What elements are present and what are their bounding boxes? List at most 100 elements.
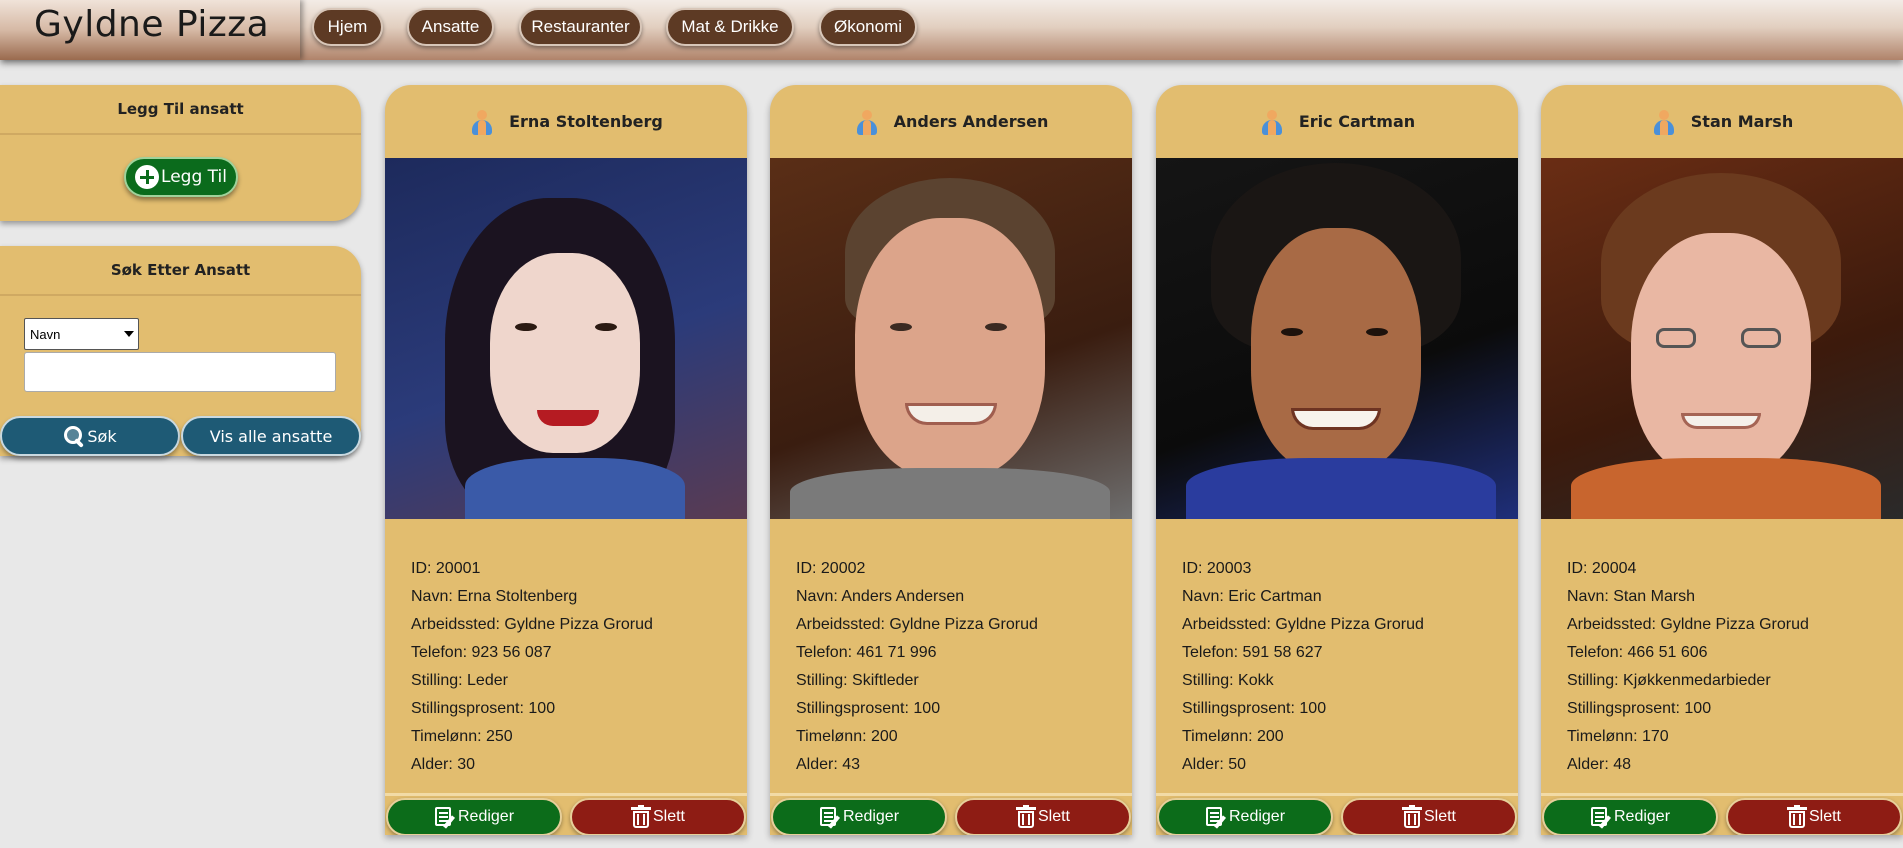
plus-circle-icon — [135, 165, 160, 189]
magnifier-icon — [63, 425, 85, 447]
employee-wage: Timelønn: 200 — [796, 728, 898, 745]
search-input[interactable] — [24, 352, 336, 392]
employee-card: Stan Marsh ID: 20004 Navn: Stan Marsh Ar… — [1541, 85, 1903, 835]
employee-name: Navn: Erna Stoltenberg — [411, 588, 578, 605]
search-employee-title: Søk Etter Ansatt — [0, 246, 361, 296]
trash-icon — [630, 805, 651, 828]
employee-workplace: Arbeidssted: Gyldne Pizza Grorud — [411, 616, 653, 633]
delete-label: Slett — [1423, 808, 1456, 825]
nav-item-hjem[interactable]: Hjem — [312, 8, 383, 46]
employee-id: ID: 20002 — [796, 560, 866, 577]
edit-label: Rediger — [457, 808, 515, 825]
edit-label: Rediger — [1613, 808, 1671, 825]
top-header: Gyldne Pizza Hjem Ansatte Restauranter M… — [0, 0, 1903, 60]
delete-employee-button[interactable]: Slett — [570, 798, 746, 835]
employee-card: Eric Cartman ID: 20003 Navn: Eric Cartma… — [1156, 85, 1518, 835]
edit-employee-button[interactable]: Rediger — [386, 798, 562, 835]
edit-icon — [1205, 806, 1227, 829]
employee-photo — [1156, 158, 1518, 519]
search-field-select[interactable]: Navn — [24, 318, 139, 350]
person-icon — [1259, 108, 1285, 136]
delete-employee-button[interactable]: Slett — [1341, 798, 1517, 835]
employee-card-header: Stan Marsh — [1541, 85, 1903, 158]
employee-age: Alder: 30 — [411, 756, 476, 773]
employee-age: Alder: 48 — [1567, 756, 1632, 773]
edit-employee-button[interactable]: Rediger — [771, 798, 947, 835]
delete-label: Slett — [652, 808, 685, 825]
show-all-employees-button[interactable]: Vis alle ansatte — [181, 416, 361, 456]
employee-phone: Telefon: 461 71 996 — [796, 644, 937, 661]
person-icon — [469, 108, 495, 136]
employee-name: Navn: Anders Andersen — [796, 588, 965, 605]
employee-percent: Stillingsprosent: 100 — [1567, 700, 1712, 717]
employee-card: Erna Stoltenberg ID: 20001 Navn: Erna St… — [385, 85, 747, 835]
add-employee-panel: Legg Til ansatt Legg Til — [0, 85, 361, 221]
employee-workplace: Arbeidssted: Gyldne Pizza Grorud — [1182, 616, 1424, 633]
edit-label: Rediger — [842, 808, 900, 825]
employee-info: ID: 20004 Navn: Stan Marsh Arbeidssted: … — [1541, 519, 1903, 779]
employee-id: ID: 20003 — [1182, 560, 1252, 577]
employee-age: Alder: 50 — [1182, 756, 1247, 773]
employee-photo — [770, 158, 1132, 519]
trash-icon — [1401, 805, 1422, 828]
employee-position: Stilling: Kjøkkenmedarbieder — [1567, 672, 1771, 689]
delete-label: Slett — [1037, 808, 1070, 825]
employee-percent: Stillingsprosent: 100 — [1182, 700, 1327, 717]
employee-id: ID: 20004 — [1567, 560, 1637, 577]
employee-card-actions: Rediger Slett — [1541, 793, 1903, 835]
edit-icon — [434, 806, 456, 829]
employee-phone: Telefon: 923 56 087 — [411, 644, 552, 661]
edit-label: Rediger — [1228, 808, 1286, 825]
employee-name: Navn: Stan Marsh — [1567, 588, 1696, 605]
add-employee-title: Legg Til ansatt — [0, 85, 361, 135]
employee-id: ID: 20001 — [411, 560, 481, 577]
person-icon — [854, 108, 880, 136]
brand-title[interactable]: Gyldne Pizza — [34, 4, 269, 45]
add-employee-button[interactable]: Legg Til — [124, 157, 238, 197]
employee-info: ID: 20003 Navn: Eric Cartman Arbeidssted… — [1156, 519, 1518, 779]
employee-card-name: Eric Cartman — [1298, 112, 1416, 131]
add-employee-label: Legg Til — [161, 167, 227, 187]
employee-phone: Telefon: 466 51 606 — [1567, 644, 1708, 661]
employee-card-actions: Rediger Slett — [770, 793, 1132, 835]
employee-percent: Stillingsprosent: 100 — [411, 700, 556, 717]
search-button-label: Søk — [87, 426, 117, 446]
employee-wage: Timelønn: 250 — [411, 728, 513, 745]
delete-employee-button[interactable]: Slett — [1726, 798, 1902, 835]
employee-card-actions: Rediger Slett — [1156, 793, 1518, 835]
person-icon — [1651, 108, 1677, 136]
employee-position: Stilling: Skiftleder — [796, 672, 919, 689]
employee-card-header: Eric Cartman — [1156, 85, 1518, 158]
employee-card-header: Anders Andersen — [770, 85, 1132, 158]
employee-info: ID: 20001 Navn: Erna Stoltenberg Arbeids… — [385, 519, 747, 779]
brand-area: Gyldne Pizza — [0, 0, 300, 60]
employee-photo — [385, 158, 747, 519]
edit-employee-button[interactable]: Rediger — [1157, 798, 1333, 835]
employee-wage: Timelønn: 170 — [1567, 728, 1669, 745]
employee-card-actions: Rediger Slett — [385, 793, 747, 835]
employee-photo — [1541, 158, 1903, 519]
employee-card-header: Erna Stoltenberg — [385, 85, 747, 158]
employee-workplace: Arbeidssted: Gyldne Pizza Grorud — [796, 616, 1038, 633]
employee-wage: Timelønn: 200 — [1182, 728, 1284, 745]
employee-name: Navn: Eric Cartman — [1182, 588, 1322, 605]
employee-card-name: Stan Marsh — [1690, 112, 1794, 131]
employee-position: Stilling: Kokk — [1182, 672, 1274, 689]
employee-info: ID: 20002 Navn: Anders Andersen Arbeidss… — [770, 519, 1132, 779]
nav-item-restauranter[interactable]: Restauranter — [519, 8, 642, 46]
delete-label: Slett — [1808, 808, 1841, 825]
search-button[interactable]: Søk — [0, 416, 180, 456]
edit-employee-button[interactable]: Rediger — [1542, 798, 1718, 835]
employee-age: Alder: 43 — [796, 756, 861, 773]
nav-item-ansatte[interactable]: Ansatte — [407, 8, 494, 46]
chevron-down-icon — [124, 331, 134, 337]
delete-employee-button[interactable]: Slett — [955, 798, 1131, 835]
employee-percent: Stillingsprosent: 100 — [796, 700, 941, 717]
employee-workplace: Arbeidssted: Gyldne Pizza Grorud — [1567, 616, 1809, 633]
nav-item-okonomi[interactable]: Økonomi — [819, 8, 917, 46]
trash-icon — [1786, 805, 1807, 828]
nav-item-mat-drikke[interactable]: Mat & Drikke — [666, 8, 794, 46]
edit-icon — [1590, 806, 1612, 829]
trash-icon — [1015, 805, 1036, 828]
employee-card-name: Anders Andersen — [893, 112, 1049, 131]
